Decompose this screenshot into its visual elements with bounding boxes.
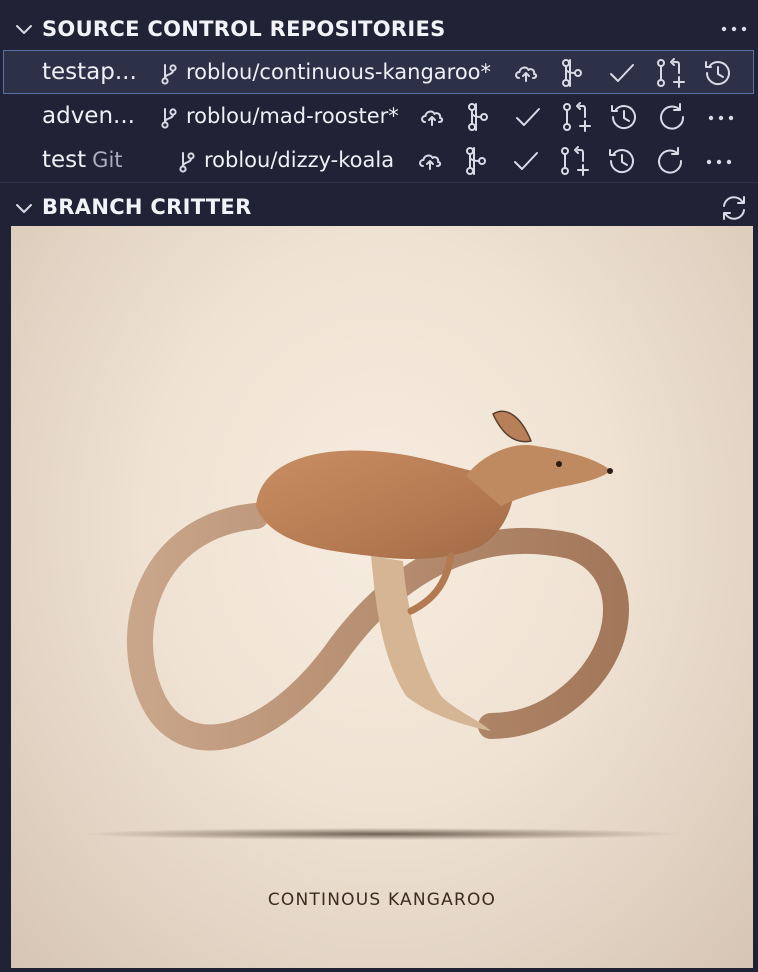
check-icon[interactable] [512,101,544,133]
refresh-icon[interactable] [654,145,686,177]
git-compare-icon[interactable] [556,57,588,89]
cloud-upload-icon[interactable] [414,145,446,177]
repo-row-adven[interactable]: adven... roblou/mad-rooster* [0,95,758,139]
ellipsis-icon[interactable] [705,157,733,167]
ellipsis-icon[interactable] [720,24,748,34]
git-pull-request-create-icon[interactable] [560,101,592,133]
branch-name[interactable]: roblou/continuous-kangaroo* [186,60,491,84]
branch-name[interactable]: roblou/dizzy-koala [204,148,394,172]
repo-row-test[interactable]: test Git roblou/dizzy-koala [0,139,758,183]
history-icon[interactable] [702,57,734,89]
critter-image: CONTINOUS KANGAROO [11,226,753,968]
scm-section-header[interactable]: SOURCE CONTROL REPOSITORIES [0,4,758,54]
git-pull-request-create-icon[interactable] [558,145,590,177]
scm-section-title: SOURCE CONTROL REPOSITORIES [42,17,446,41]
git-branch-icon [179,152,195,173]
git-compare-icon[interactable] [460,145,492,177]
critter-section-title: BRANCH CRITTER [42,195,252,219]
check-icon[interactable] [606,57,638,89]
repo-name-text: test [42,147,87,173]
cloud-upload-icon[interactable] [416,101,448,133]
sync-icon[interactable] [718,192,750,224]
refresh-icon[interactable] [656,101,688,133]
repo-row-testap[interactable]: testap... roblou/continuous-kangaroo* [3,50,754,94]
check-icon[interactable] [510,145,542,177]
chevron-down-icon[interactable] [14,19,34,39]
chevron-down-icon[interactable] [14,198,34,218]
cloud-upload-icon[interactable] [510,57,542,89]
repo-name: test Git [42,147,123,173]
git-compare-icon[interactable] [462,101,494,133]
ellipsis-icon[interactable] [707,113,735,123]
git-branch-icon [161,108,177,129]
history-icon[interactable] [606,145,638,177]
repo-name: testap... [42,59,137,85]
kangaroo-illustration [82,410,682,840]
git-branch-icon [161,64,177,85]
repo-name: adven... [42,103,135,129]
repo-provider: Git [92,148,123,172]
history-icon[interactable] [608,101,640,133]
branch-name[interactable]: roblou/mad-rooster* [186,104,399,128]
git-pull-request-create-icon[interactable] [654,57,686,89]
critter-caption: CONTINOUS KANGAROO [267,890,497,910]
